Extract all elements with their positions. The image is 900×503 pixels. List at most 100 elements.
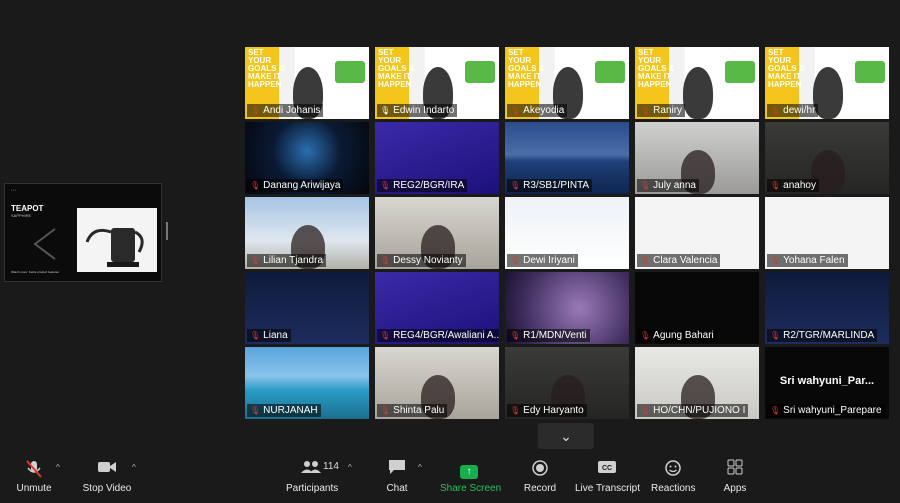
chat-bubble-icon (382, 459, 412, 481)
participant-tile[interactable]: 🎙 Shinta Palu (375, 347, 499, 419)
participant-name: Raniry (653, 105, 683, 116)
unmute-label: Unmute (16, 483, 52, 494)
microphone-muted-icon: 🎙 (250, 106, 261, 115)
microphone-muted-icon: 🎙 (640, 331, 651, 340)
participant-name: Edy Haryanto (523, 405, 584, 416)
participant-tile[interactable]: SET YOUR GOALS & MAKE IT HAPPEN 🎙 Raniry (635, 47, 759, 119)
microphone-muted-icon: 🎙 (770, 331, 781, 340)
participant-name: Yohana Falen (783, 255, 845, 266)
audio-options-caret[interactable]: ^ (56, 463, 60, 472)
microphone-muted-icon: 🎙 (510, 331, 521, 340)
microphone-muted-icon: 🎙 (640, 256, 651, 265)
shared-screen-header: ▪ ▪ ▪ (11, 188, 16, 192)
participant-tile[interactable]: 🎙 Edy Haryanto (505, 347, 629, 419)
background-banner-text: SET YOUR GOALS & MAKE IT HAPPEN (248, 48, 285, 89)
closed-caption-icon: CC (575, 459, 639, 481)
participant-name-placeholder: Sri wahyuni_Par... (779, 375, 875, 387)
participant-tile[interactable]: 🎙 anahoy (765, 122, 889, 194)
shared-screen-title: TEAPOT (11, 204, 44, 213)
record-button[interactable]: Record (520, 459, 560, 494)
record-icon (520, 459, 560, 481)
participant-tile[interactable]: SET YOUR GOALS & MAKE IT HAPPEN 🎙 dewi/hr (765, 47, 889, 119)
microphone-muted-icon: 🎙 (510, 406, 521, 415)
play-arrow-icon (33, 228, 56, 260)
participants-count: 114 (323, 461, 339, 472)
participant-tile[interactable]: SET YOUR GOALS & MAKE IT HAPPEN 🎙 Akeyodia (505, 47, 629, 119)
microphone-muted-icon: 🎙 (380, 331, 391, 340)
participant-tile[interactable]: SET YOUR GOALS & MAKE IT HAPPEN 🎙 Edwin In… (375, 47, 499, 119)
show-more-button[interactable]: ⌄ (538, 423, 594, 449)
participant-tile[interactable]: 🎙 R3/SB1/PINTA (505, 122, 629, 194)
participant-tile[interactable]: 🎙 Clara Valencia (635, 197, 759, 269)
participant-tile[interactable]: 🎙 Dessy Novianty (375, 197, 499, 269)
apps-button[interactable]: Apps (720, 459, 750, 494)
reactions-button[interactable]: Reactions (651, 459, 695, 494)
participant-tile[interactable]: 🎙 Dewi Iriyani (505, 197, 629, 269)
background-banner-text: SET YOUR GOALS & MAKE IT HAPPEN (768, 48, 805, 89)
participant-tile[interactable]: 🎙 REG2/BGR/IRA (375, 122, 499, 194)
participant-tile[interactable]: 🎙 July anna (635, 122, 759, 194)
background-banner-text: SET YOUR GOALS & MAKE IT HAPPEN (638, 48, 675, 89)
participant-name: REG4/BGR/Awaliani A... (393, 330, 499, 341)
participant-tile[interactable]: 🎙 Danang Ariwijaya (245, 122, 369, 194)
unmute-button[interactable]: Unmute (14, 459, 54, 494)
participants-options-caret[interactable]: ^ (348, 463, 352, 472)
participant-name-tag: 🎙 Edy Haryanto (507, 404, 587, 417)
reactions-label: Reactions (651, 483, 696, 494)
participant-name: HO/CHN/PUJIONO I (653, 405, 746, 416)
microphone-muted-icon: 🎙 (510, 256, 521, 265)
participant-name: Dessy Novianty (393, 255, 463, 266)
video-options-caret[interactable]: ^ (132, 463, 136, 472)
microphone-muted-icon: 🎙 (250, 331, 261, 340)
participant-name-tag: 🎙 Clara Valencia (637, 254, 721, 267)
participant-name: Dewi Iriyani (523, 255, 575, 266)
participant-tile[interactable]: 🎙 Agung Bahari (635, 272, 759, 344)
share-screen-arrow-icon: ↑ (460, 465, 478, 479)
microphone-muted-icon: 🎙 (770, 181, 781, 190)
stop-video-button[interactable]: Stop Video (80, 459, 134, 494)
smiley-icon (651, 459, 695, 481)
participant-tile[interactable]: 🎙 Yohana Falen (765, 197, 889, 269)
participant-name-tag: 🎙 Akeyodia (507, 104, 568, 117)
participant-tile[interactable]: 🎙 HO/CHN/PUJIONO I (635, 347, 759, 419)
stop-video-label: Stop Video (82, 483, 132, 494)
kettle-image (77, 208, 157, 272)
participant-name-tag: 🎙 July anna (637, 179, 699, 192)
participant-name: dewi/hr (783, 105, 816, 116)
microphone-muted-icon: 🎙 (380, 406, 391, 415)
video-gallery: SET YOUR GOALS & MAKE IT HAPPEN 🎙 Andi Joh… (245, 47, 889, 419)
participant-tile[interactable]: 🎙 R2/TGR/MARLINDA (765, 272, 889, 344)
participant-tile[interactable]: SET YOUR GOALS & MAKE IT HAPPEN 🎙 Andi Joh… (245, 47, 369, 119)
participant-name: Liana (263, 330, 288, 341)
participant-name-tag: 🎙 Yohana Falen (767, 254, 848, 267)
participant-name-tag: 🎙 REG2/BGR/IRA (377, 179, 468, 192)
participant-name: Lilian Tjandra (263, 255, 324, 266)
panel-resize-handle[interactable] (166, 222, 168, 240)
participant-name-tag: 🎙 Danang Ariwijaya (247, 179, 344, 192)
background-banner-text: SET YOUR GOALS & MAKE IT HAPPEN (378, 48, 415, 89)
participant-tile[interactable]: 🎙 REG4/BGR/Awaliani A... (375, 272, 499, 344)
participant-tile[interactable]: 🎙 NURJANAH (245, 347, 369, 419)
chat-options-caret[interactable]: ^ (418, 463, 422, 472)
microphone-muted-icon: 🎙 (380, 181, 391, 190)
chat-button[interactable]: Chat (382, 459, 412, 494)
participant-name: Clara Valencia (653, 255, 718, 266)
participant-name-tag: 🎙 R2/TGR/MARLINDA (767, 329, 878, 342)
live-transcript-button[interactable]: CC Live Transcript (575, 459, 640, 494)
participant-name: Akeyodia (523, 105, 565, 116)
participant-tile[interactable]: 🎙 Lilian Tjandra (245, 197, 369, 269)
participant-name: NURJANAH (263, 405, 318, 416)
shared-screen-thumbnail[interactable]: ▪ ▪ ▪ TEAPOT SAPPHIRE Watch more: Kettle… (4, 183, 162, 282)
participant-tile[interactable]: 🎙 Liana (245, 272, 369, 344)
participant-name: R1/MDN/Venti (523, 330, 587, 341)
participant-tile[interactable]: 🎙 R1/MDN/Venti (505, 272, 629, 344)
participant-name-tag: 🎙 Sri wahyuni_Parepare (767, 404, 885, 417)
participant-name-tag: 🎙 Raniry (637, 104, 686, 117)
svg-text:CC: CC (602, 465, 612, 472)
microphone-muted-icon: 🎙 (770, 406, 781, 415)
participant-name: Andi Johanis (263, 105, 321, 116)
participant-tile[interactable]: Sri wahyuni_Par... 🎙 Sri wahyuni_Parepare (765, 347, 889, 419)
share-screen-button[interactable]: ↑ Share Screen (440, 459, 501, 494)
microphone-icon: 🎙 (380, 106, 391, 115)
participant-name-tag: 🎙 Lilian Tjandra (247, 254, 327, 267)
